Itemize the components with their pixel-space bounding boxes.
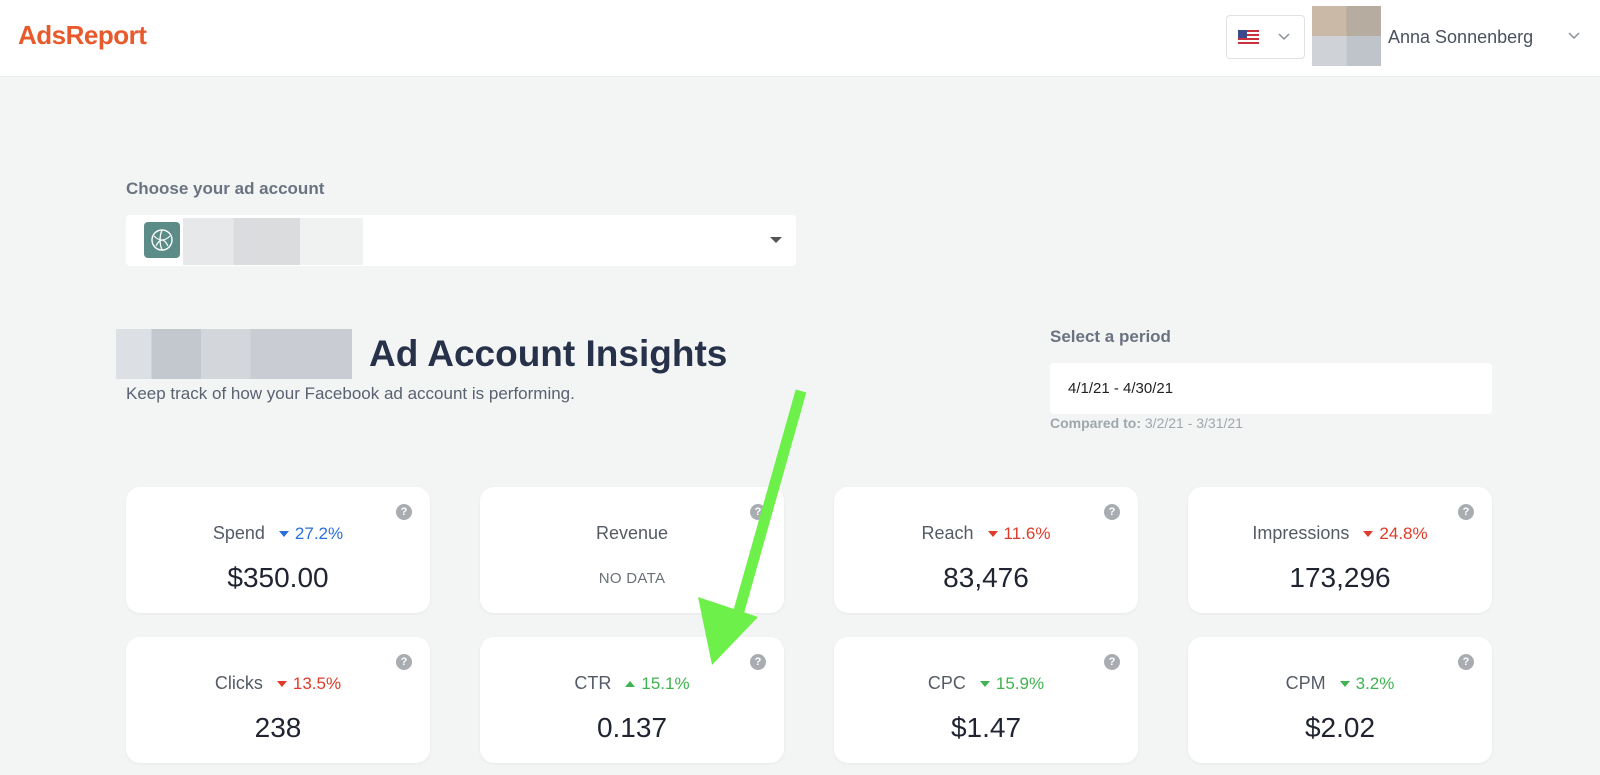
metric-change: 27.2% (294, 524, 344, 543)
chevron-down-icon (1278, 33, 1290, 41)
user-name[interactable]: Anna Sonnenberg (1388, 27, 1533, 48)
metric-value: $350.00 (227, 562, 329, 593)
comparison-period: Compared to: 3/2/21 - 3/31/21 (1050, 415, 1243, 431)
caret-up-icon (625, 681, 636, 688)
page-title: Ad Account Insights (369, 333, 728, 374)
help-icon[interactable]: ? (1104, 504, 1120, 520)
ad-account-select[interactable] (126, 215, 796, 266)
metric-name: Clicks (214, 673, 263, 693)
metric-card-ctr: ? CTR 15.1% 0.137 (480, 637, 784, 763)
help-icon[interactable]: ? (1104, 654, 1120, 670)
help-icon[interactable]: ? (1458, 654, 1474, 670)
metric-name: CPC (927, 673, 966, 693)
help-icon[interactable]: ? (1458, 504, 1474, 520)
top-bar: AdsReport Anna Sonnenberg (0, 0, 1600, 77)
metric-name: Revenue (595, 523, 669, 543)
user-menu-chevron-icon[interactable] (1566, 27, 1582, 43)
caret-down-icon (276, 681, 287, 688)
metric-name: Spend (212, 523, 265, 543)
caret-down-icon (987, 531, 998, 538)
period-label: Select a period (1050, 327, 1171, 346)
language-selector[interactable] (1226, 15, 1305, 59)
metric-change: 15.9% (995, 674, 1045, 693)
caret-down-icon (1363, 531, 1374, 538)
help-icon[interactable]: ? (750, 654, 766, 670)
account-label: Choose your ad account (126, 179, 325, 198)
avatar[interactable] (1312, 6, 1381, 66)
flag-us-icon (1238, 30, 1259, 45)
caret-down-icon (979, 681, 990, 688)
help-icon[interactable]: ? (396, 654, 412, 670)
account-logo-icon (144, 222, 180, 258)
metric-name: Reach (921, 523, 974, 543)
metric-card-revenue: ? Revenue NO DATA (480, 487, 784, 613)
compared-label: Compared to: (1050, 415, 1141, 431)
help-icon[interactable]: ? (396, 504, 412, 520)
metric-change: 3.2% (1355, 674, 1395, 693)
account-name-redacted (183, 218, 363, 265)
account-title-redacted (116, 329, 352, 379)
metric-value: 83,476 (943, 562, 1029, 593)
metric-value: $2.02 (1304, 712, 1376, 743)
period-value: 4/1/21 - 4/30/21 (1068, 380, 1174, 397)
metric-change: 24.8% (1379, 524, 1428, 543)
metric-card-clicks: ? Clicks 13.5% 238 (126, 637, 430, 763)
metric-change: 15.1% (641, 674, 690, 693)
help-icon[interactable]: ? (750, 504, 766, 520)
metric-value: $1.47 (950, 712, 1022, 743)
metric-card-impressions: ? Impressions 24.8% 173,296 (1188, 487, 1492, 613)
metric-name: CPM (1285, 673, 1326, 693)
dropdown-caret-icon (770, 237, 782, 243)
metric-card-spend: ? Spend 27.2% $350.00 (126, 487, 430, 613)
compared-value: 3/2/21 - 3/31/21 (1144, 415, 1243, 431)
metric-card-cpc: ? CPC 15.9% $1.47 (834, 637, 1138, 763)
metric-card-cpm: ? CPM 3.2% $2.02 (1188, 637, 1492, 763)
metric-name: Impressions (1252, 523, 1350, 543)
metric-name: CTR (574, 673, 612, 693)
metric-change: 11.6% (1003, 524, 1051, 543)
metric-value: 238 (254, 712, 302, 743)
period-picker[interactable]: 4/1/21 - 4/30/21 (1050, 363, 1492, 414)
metric-card-reach: ? Reach 11.6% 83,476 (834, 487, 1138, 613)
app-logo[interactable]: AdsReport (18, 20, 147, 51)
metric-change: 13.5% (292, 674, 342, 693)
metric-no-data: NO DATA (598, 570, 666, 587)
page-subtitle: Keep track of how your Facebook ad accou… (126, 384, 575, 403)
caret-down-icon (278, 531, 289, 538)
caret-down-icon (1339, 681, 1350, 688)
metric-value: 0.137 (596, 712, 668, 743)
metric-value: 173,296 (1289, 562, 1391, 593)
